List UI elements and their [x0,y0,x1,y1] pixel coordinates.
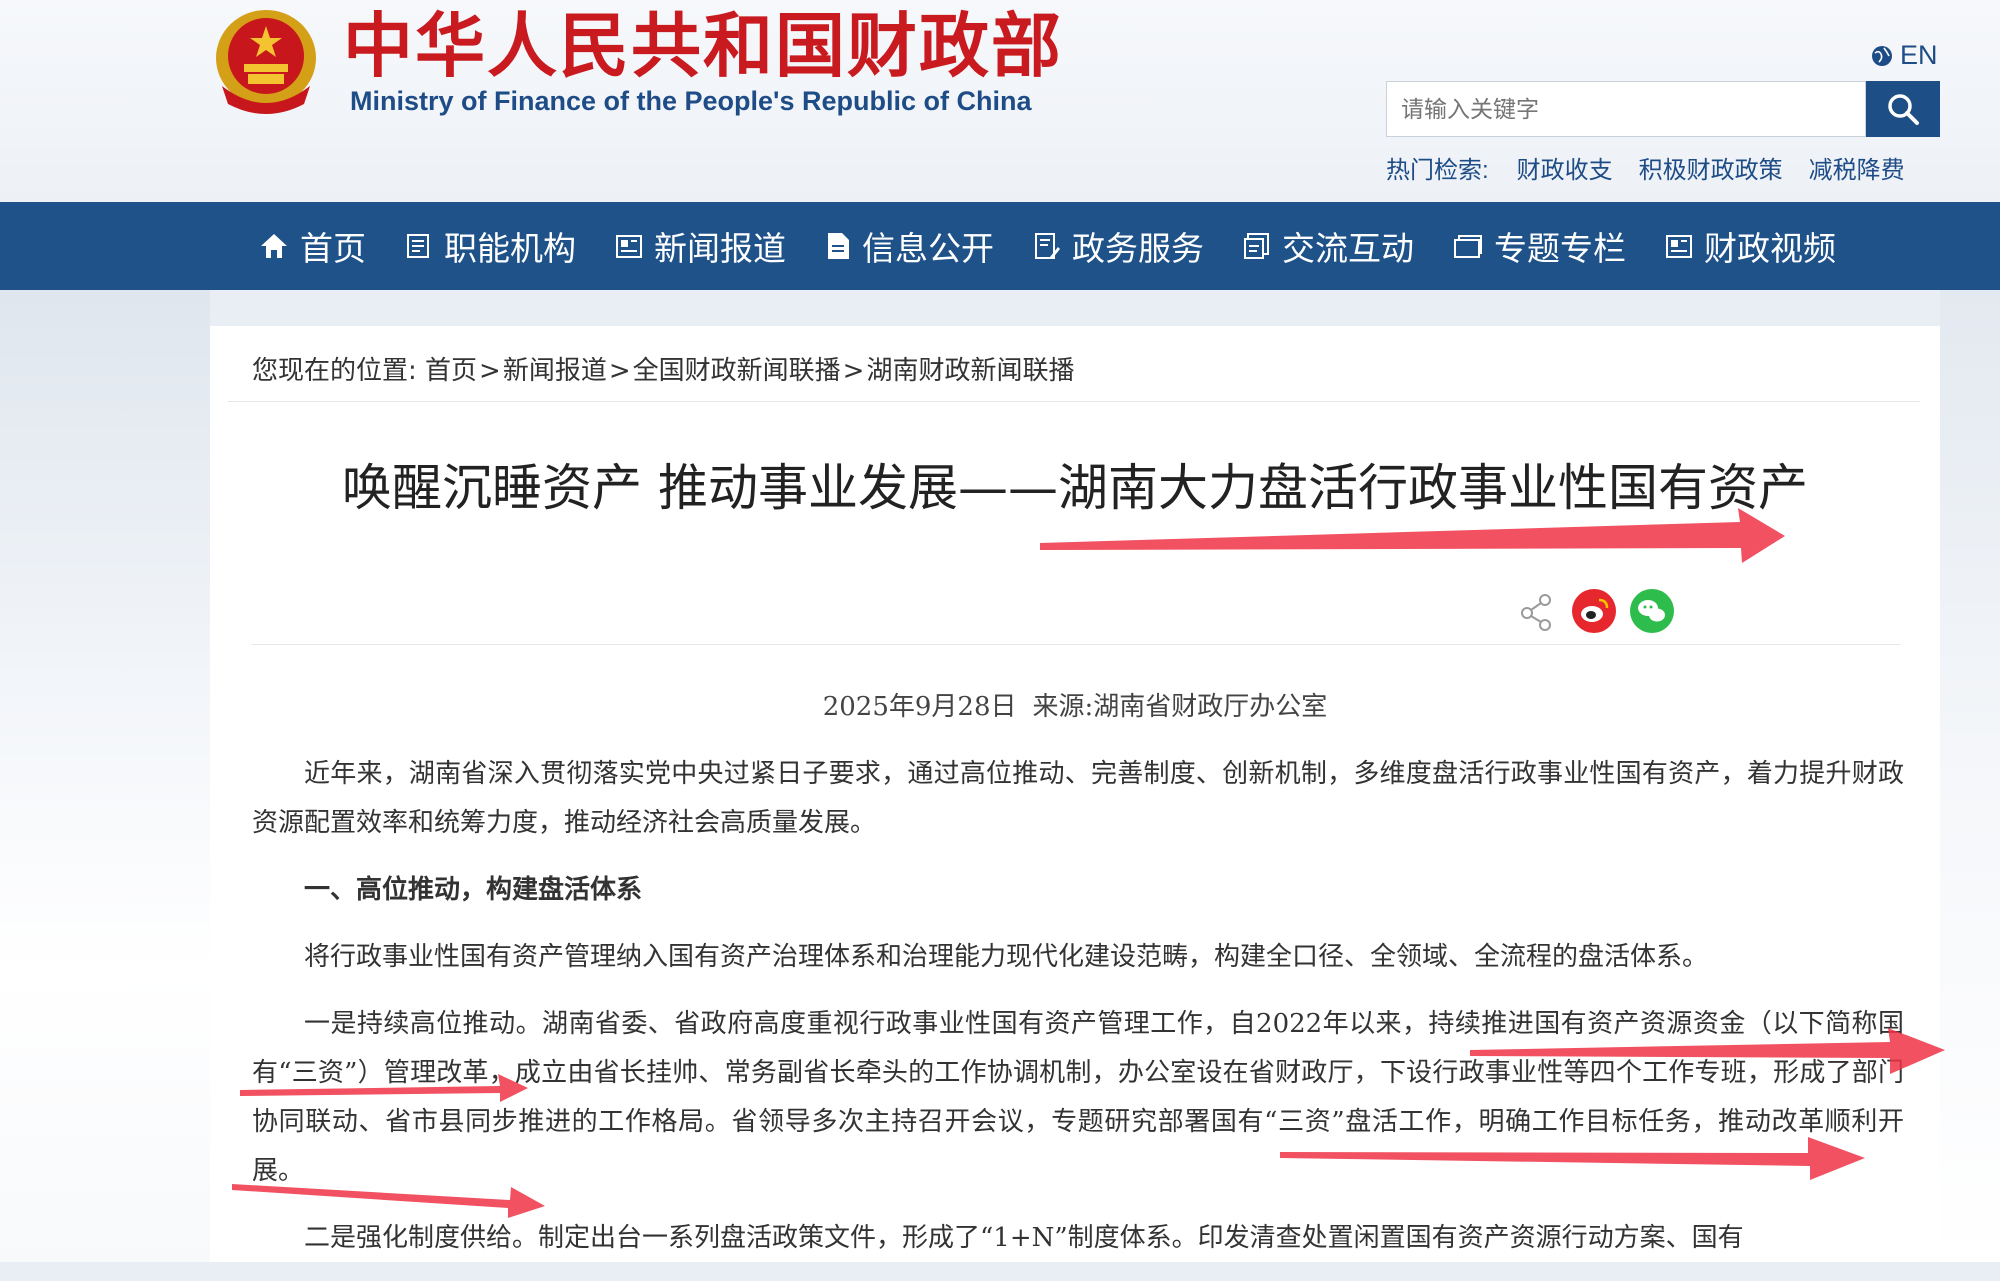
article-source: 来源:湖南省财政厅办公室 [1032,692,1328,722]
folder-icon [1454,235,1482,258]
article-date: 2025年9月28日 [822,692,1017,722]
breadcrumb: 您现在的位置: 首页>新闻报道>全国财政新闻联播>湖南财政新闻联播 [252,350,1074,387]
nav-label: 专题专栏 [1494,229,1626,268]
site-subtitle: Ministry of Finance of the People's Repu… [350,86,1032,116]
article-meta: 2025年9月28日 来源:湖南省财政厅办公室 [210,686,1940,723]
nav-label: 首页 [300,229,366,268]
breadcrumb-item[interactable]: 全国财政新闻联播 [633,356,841,386]
hot-search: 热门检索: 财政收支 积极财政政策 减税降费 [1386,150,1905,185]
breadcrumb-item[interactable]: 新闻报道 [503,356,607,386]
national-emblem-icon [216,10,316,114]
article-paragraph: 二是强化制度供给。制定出台一系列盘活政策文件，形成了“1+N”制度体系。印发清查… [304,1223,1744,1253]
nav-label: 职能机构 [444,229,576,268]
home-icon [261,234,287,258]
main-nav: 首页 职能机构 新闻报道 信息公开 政务服务 交流互动 专题专栏 财政视频 [0,202,2000,290]
breadcrumb-label: 您现在的位置: [252,356,417,386]
chat-icon [1244,233,1269,259]
nav-item-video[interactable]: 财政视频 [1664,202,1836,290]
nav-item-info[interactable]: 信息公开 [824,202,994,290]
nav-item-topics[interactable]: 专题专栏 [1452,202,1626,290]
list-icon [407,234,429,258]
nav-label: 财政视频 [1704,229,1836,268]
nav-item-services[interactable]: 政务服务 [1032,202,1204,290]
nav-label: 交流互动 [1282,229,1414,268]
nav-item-news[interactable]: 新闻报道 [614,202,786,290]
share-icon[interactable] [1515,589,1559,633]
article-container: 您现在的位置: 首页>新闻报道>全国财政新闻联播>湖南财政新闻联播 唤醒沉睡资产… [210,326,1940,1262]
edit-doc-icon [1035,233,1060,259]
globe-icon [1872,45,1892,66]
article-body: 近年来，湖南省深入贯彻落实党中央过紧日子要求，通过高位推动、完善制度、创新机制，… [252,750,1904,1281]
breadcrumb-item[interactable]: 首页 [425,356,477,386]
weibo-icon[interactable] [1571,588,1617,634]
news-icon [616,235,642,258]
article-paragraph: 近年来，湖南省深入贯彻落实党中央过紧日子要求，通过高位推动、完善制度、创新机制，… [252,759,1904,838]
breadcrumb-separator: > [608,356,631,386]
nav-item-interaction[interactable]: 交流互动 [1242,202,1414,290]
breadcrumb-separator: > [842,356,865,386]
article-paragraph: 一是持续高位推动。湖南省委、省政府高度重视行政事业性国有资产管理工作，自2022… [252,1009,1904,1186]
hot-link[interactable]: 积极财政政策 [1639,150,1783,185]
article-paragraph: 将行政事业性国有资产管理纳入国有资产治理体系和治理能力现代化建设范畴，构建全口径… [304,942,1709,972]
search-input[interactable] [1386,81,1866,137]
video-icon [1666,235,1692,258]
nav-item-functions[interactable]: 职能机构 [404,202,576,290]
background-landscape-right [1940,290,2000,1262]
nav-label: 新闻报道 [654,229,786,268]
nav-label: 信息公开 [862,229,994,268]
search-icon [1888,94,1919,125]
document-icon [828,233,849,259]
article-title: 唤醒沉睡资产 推动事业发展——湖南大力盘活行政事业性国有资产 [342,459,1808,517]
breadcrumb-item[interactable]: 湖南财政新闻联播 [866,356,1074,386]
hot-link[interactable]: 减税降费 [1809,150,1905,185]
share-bar [1515,588,1675,634]
site-title[interactable]: 中华人民共和国财政部 [343,6,1063,86]
divider [228,401,1920,402]
hot-link[interactable]: 财政收支 [1517,150,1613,185]
nav-label: 政务服务 [1072,229,1204,268]
search-button[interactable] [1866,81,1940,137]
breadcrumb-separator: > [479,356,501,386]
nav-item-home[interactable]: 首页 [258,202,366,290]
divider [252,644,1900,645]
background-landscape-left [0,290,210,1262]
wechat-icon[interactable] [1629,588,1675,634]
language-label: EN [1900,40,1938,70]
article-section-heading: 一、高位推动，构建盘活体系 [304,875,643,905]
hot-search-label: 热门检索: [1386,157,1489,184]
language-switch[interactable]: EN [1870,40,1938,71]
